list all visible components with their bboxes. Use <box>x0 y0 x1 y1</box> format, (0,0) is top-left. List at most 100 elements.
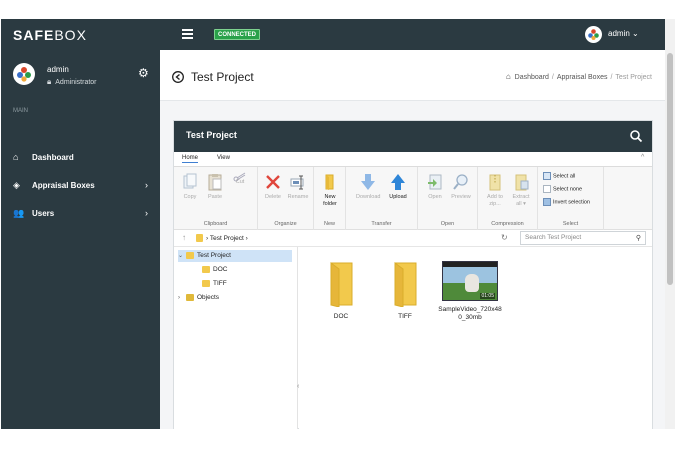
folder-icon <box>202 279 210 287</box>
top-navbar: SAFEBOX CONNECTED admin ⌄ <box>1 19 666 50</box>
chevron-right-icon: › <box>145 180 148 190</box>
copy-icon <box>182 173 198 191</box>
breadcrumb-link-appraisal-boxes[interactable]: Appraisal Boxes <box>557 74 608 81</box>
chevron-down-icon[interactable]: ⌄ <box>178 250 186 262</box>
tree-node-objects[interactable]: › Objects <box>178 292 219 304</box>
refresh-icon[interactable]: ↻ <box>501 233 508 242</box>
file-name: TIFF <box>398 313 412 320</box>
delete-button[interactable]: Delete <box>261 173 285 201</box>
select-none-button[interactable]: Select none <box>543 185 582 193</box>
ribbon-group-label: Clipboard <box>203 221 228 227</box>
open-button[interactable]: Open <box>423 173 447 201</box>
home-icon: ⌂ <box>505 72 511 81</box>
extract-all-button[interactable]: Extract all ▾ <box>509 173 533 208</box>
collapse-ribbon-icon[interactable]: ^ <box>641 154 644 161</box>
new-folder-button[interactable]: New folder <box>318 173 342 208</box>
ribbon-group-label: New <box>323 221 335 227</box>
sidebar-item-appraisal-boxes[interactable]: ◈ Appraisal Boxes › <box>1 175 160 195</box>
file-name: DOC <box>333 313 349 320</box>
sidebar-item-label: Appraisal Boxes <box>32 181 95 190</box>
ribbon-group-select: Select all Select none Invert selection … <box>538 167 604 230</box>
brand-logo[interactable]: SAFEBOX <box>13 27 87 43</box>
ribbon-group-label: Transfer <box>371 221 392 227</box>
folder-icon <box>186 251 194 259</box>
rename-icon <box>290 173 306 191</box>
file-list-pane: DOC TIFF 01:05 SampleVideo_720x480_30mb <box>299 247 652 429</box>
search-icon[interactable]: ⚲ <box>636 233 641 245</box>
sidebar-avatar <box>13 63 35 85</box>
user-menu-toggle[interactable]: admin ⌄ <box>608 29 639 38</box>
rename-button[interactable]: Rename <box>286 173 310 201</box>
address-bar: ↑ › Test Project › ↻ Search Test Project… <box>174 230 652 247</box>
file-item-folder[interactable]: DOC <box>309 261 373 321</box>
copy-button[interactable]: Copy <box>178 173 202 201</box>
paste-icon <box>207 173 223 191</box>
ribbon-group-label: Select <box>562 221 579 227</box>
users-icon: 👥 <box>13 208 25 218</box>
paste-button[interactable]: Paste <box>203 173 227 201</box>
ribbon-group-label: Organize <box>274 221 297 227</box>
sidebar: admin 🔒︎ Administrator ⚙ MAIN ⌂ Dashboard… <box>1 50 160 429</box>
select-none-icon <box>543 185 551 193</box>
path-segment[interactable]: Test Project <box>210 235 244 242</box>
tree-node-test-project[interactable]: ⌄ Test Project <box>178 250 292 262</box>
ribbon-group-compression: Add to zip... Extract all ▾ Compression <box>478 167 538 230</box>
chevron-right-icon: › <box>145 208 148 218</box>
folder-icon <box>202 265 210 273</box>
select-all-icon <box>543 172 551 180</box>
tab-home[interactable]: Home <box>182 155 199 163</box>
upload-button[interactable]: Upload <box>386 173 410 201</box>
card-header: Test Project <box>174 121 652 152</box>
ribbon-group-transfer: Download Upload Transfer <box>346 167 418 230</box>
home-icon: ⌂ <box>13 152 19 162</box>
user-avatar[interactable] <box>585 26 602 43</box>
breadcrumb-separator: / <box>610 74 613 81</box>
ribbon-group-label: Open <box>440 221 455 227</box>
delete-x-icon <box>265 173 281 191</box>
back-arrow-icon[interactable] <box>172 70 184 83</box>
sidebar-section-label: MAIN <box>13 108 28 114</box>
extract-icon <box>513 173 529 191</box>
hamburger-menu-icon[interactable] <box>182 29 193 39</box>
ribbon-group-label: Compression <box>491 221 524 227</box>
path-chevron-icon: › <box>243 235 248 242</box>
scrollbar-thumb[interactable] <box>667 53 673 285</box>
add-to-zip-button[interactable]: Add to zip... <box>483 173 507 208</box>
file-item-video[interactable]: 01:05 SampleVideo_720x480_30mb <box>438 261 502 322</box>
bunny-figure <box>465 274 479 292</box>
chevron-right-icon[interactable]: › <box>178 292 186 304</box>
cut-button[interactable]: Cut <box>228 169 252 186</box>
search-icon[interactable] <box>629 129 643 143</box>
ribbon-group-organize: Delete Rename Organize <box>258 167 314 230</box>
breadcrumb-current: Test Project <box>615 74 652 81</box>
file-item-folder[interactable]: TIFF <box>373 261 437 321</box>
select-all-button[interactable]: Select all <box>543 172 575 180</box>
connection-status-badge: CONNECTED <box>214 29 261 40</box>
card-title: Test Project <box>186 130 237 140</box>
search-input[interactable]: Search Test Project ⚲ <box>520 231 646 245</box>
file-manager-card: Test Project Home View ^ Copy Paste Cut … <box>173 120 653 429</box>
sidebar-user-role: 🔒︎ Administrator <box>47 77 97 87</box>
gear-icon[interactable]: ⚙ <box>138 66 149 80</box>
sidebar-item-dashboard[interactable]: ⌂ Dashboard <box>1 147 160 167</box>
ribbon-group-clipboard: Copy Paste Cut Clipboard <box>174 167 258 230</box>
lock-icon: 🔒︎ <box>47 77 52 86</box>
scissors-icon <box>232 169 248 182</box>
app-window: SAFEBOX CONNECTED admin ⌄ admin 🔒︎ Admini… <box>1 19 666 429</box>
preview-button[interactable]: Preview <box>449 173 473 201</box>
tree-node-tiff[interactable]: TIFF <box>202 278 227 290</box>
page-header: Test Project ⌂ Dashboard / Appraisal Boxes /… <box>160 50 666 101</box>
page-scrollbar[interactable] <box>665 19 675 429</box>
path-field[interactable]: › Test Project › <box>196 232 512 245</box>
invert-selection-button[interactable]: Invert selection <box>543 198 590 206</box>
ribbon-tabs: Home View ^ <box>174 152 652 167</box>
tree-node-doc[interactable]: DOC <box>202 264 227 276</box>
video-thumbnail: 01:05 <box>442 261 498 301</box>
breadcrumb-link-dashboard[interactable]: Dashboard <box>515 74 549 81</box>
sidebar-item-users[interactable]: 👥 Users › <box>1 203 160 223</box>
folder-tree: ⌄ Test Project DOC TIFF › Objects <box>174 247 298 429</box>
download-button[interactable]: Download <box>356 173 380 201</box>
upload-arrow-icon <box>390 173 406 191</box>
up-arrow-icon[interactable]: ↑ <box>182 233 186 242</box>
tab-view[interactable]: View <box>217 155 230 161</box>
